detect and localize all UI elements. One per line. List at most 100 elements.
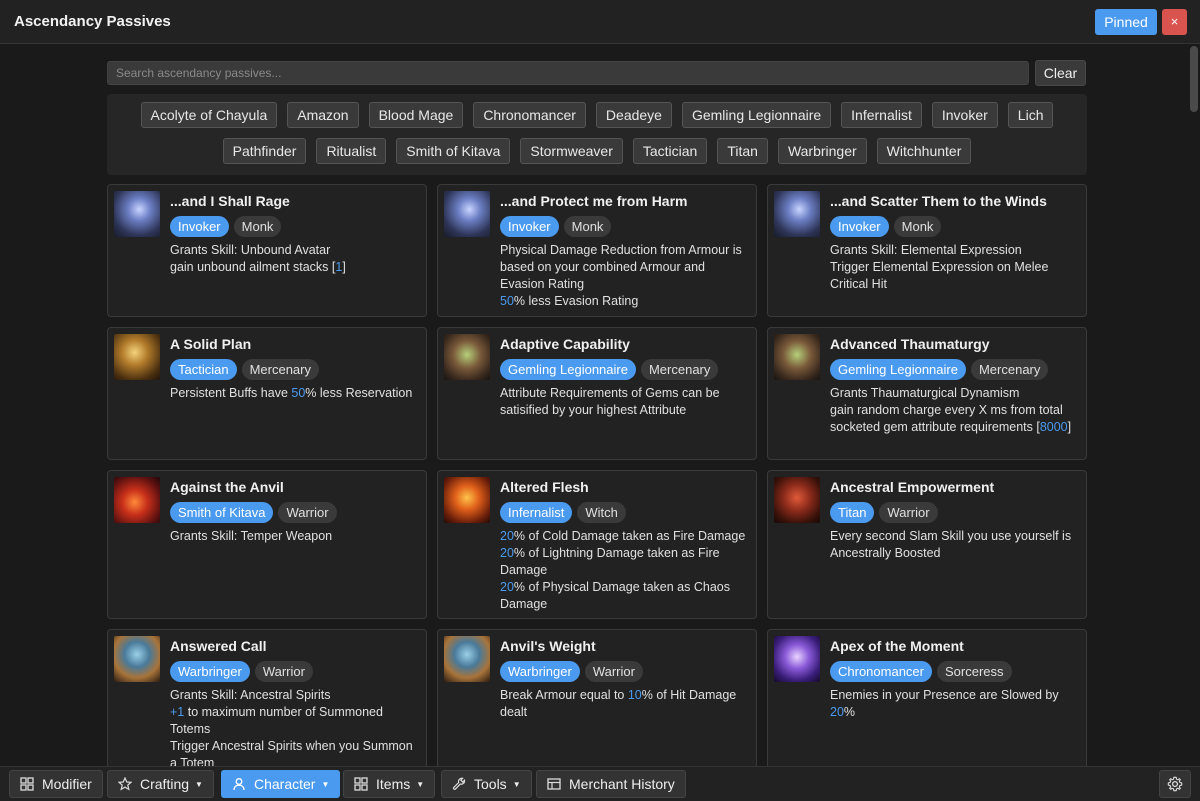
description-text: Trigger Elemental Expression on Melee Cr… [830,260,1049,291]
passive-description: Break Armour equal to 10% of Hit Damage … [500,687,752,721]
description-line: Trigger Elemental Expression on Melee Cr… [830,259,1082,293]
description-line: Break Armour equal to 10% of Hit Damage … [500,687,752,721]
gemling-portrait-icon [774,334,820,380]
passive-card[interactable]: ...and I Shall Rage Invoker Monk Grants Ski… [107,184,427,317]
class-badge: Warrior [278,502,337,523]
passive-tags: Warbringer Warrior [170,661,313,682]
settings-button[interactable] [1159,770,1191,798]
filter-chip-smith-of-kitava[interactable]: Smith of Kitava [396,138,511,164]
passive-description: Enemies in your Presence are Slowed by 2… [830,687,1082,721]
highlight-value: +1 [170,705,185,719]
description-line: 20% of Lightning Damage taken as Fire Da… [500,545,752,579]
passive-description: Attribute Requirements of Gems can be sa… [500,385,752,419]
window-title: Ascendancy Passives [14,13,171,30]
scrollbar-thumb[interactable] [1190,46,1198,112]
description-text: ] [1067,420,1072,434]
filter-chip-ritualist[interactable]: Ritualist [316,138,387,164]
passive-name: ...and Protect me from Harm [500,193,688,209]
passive-card[interactable]: Advanced Thaumaturgy Gemling Legionnaire M… [767,327,1087,460]
description-line: gain random charge every X ms from total… [830,402,1082,436]
filter-chip-stormweaver[interactable]: Stormweaver [520,138,623,164]
scrollbar-track[interactable] [1188,44,1200,766]
filter-chip-infernalist[interactable]: Infernalist [841,102,922,128]
passive-card[interactable]: Answered Call Warbringer Warrior Grants Ski… [107,629,427,779]
passive-card[interactable]: Altered Flesh Infernalist Witch 20% of Cold… [437,470,757,619]
pinned-button[interactable]: Pinned [1095,9,1157,35]
ascendancy-badge: Invoker [170,216,229,237]
star-icon [118,777,132,791]
passive-description: Grants Thaumaturgical Dynamism gain rando… [830,385,1082,436]
description-line: Physical Damage Reduction from Armour is… [500,242,752,293]
filter-chip-witchhunter[interactable]: Witchhunter [876,138,972,164]
passive-card[interactable]: Adaptive Capability Gemling Legionnaire Me… [437,327,757,460]
filter-chip-gemling-legionnaire[interactable]: Gemling Legionnaire [681,102,832,128]
passive-tags: Gemling Legionnaire Mercenary [830,359,1049,380]
tactician-portrait-icon [114,334,160,380]
filter-chip-amazon[interactable]: Amazon [287,102,359,128]
items-button[interactable]: Items ▼ [343,770,436,798]
passive-name: A Solid Plan [170,336,252,352]
description-line: 20% of Physical Damage taken as Chaos Da… [500,579,752,613]
tools-button[interactable]: Tools ▼ [441,770,532,798]
description-line: Grants Skill: Ancestral Spirits [170,687,422,704]
filter-chip-titan[interactable]: Titan [717,138,768,164]
description-text: Persistent Buffs have [170,386,292,400]
passive-card[interactable]: ...and Scatter Them to the Winds Invoker M… [767,184,1087,317]
passive-card[interactable]: Ancestral Empowerment Titan Warrior Every s… [767,470,1087,619]
passive-card[interactable]: ...and Protect me from Harm Invoker Monk Ph… [437,184,757,317]
invoker-portrait-icon [774,191,820,237]
passive-card[interactable]: Against the Anvil Smith of Kitava Warrior G… [107,470,427,619]
passive-tags: Invoker Monk [830,216,942,237]
ascendancy-badge: Warbringer [500,661,580,682]
merchant-history-button[interactable]: Merchant History [536,770,686,798]
passive-description: Grants Skill: Temper Weapon [170,528,422,545]
filter-chip-lich[interactable]: Lich [1007,102,1054,128]
highlight-value: 10 [627,688,642,702]
ascendancy-badge: Invoker [830,216,889,237]
description-text: % [843,705,856,719]
filter-chip-chronomancer[interactable]: Chronomancer [473,102,586,128]
class-badge: Sorceress [937,661,1012,682]
class-badge: Mercenary [970,359,1049,380]
description-text: gain random charge every X ms from total… [830,403,1063,434]
crafting-button[interactable]: Crafting ▼ [107,770,214,798]
passive-description: Grants Skill: Unbound Avatar gain unbound… [170,242,422,276]
filter-chip-invoker[interactable]: Invoker [931,102,998,128]
ascendancy-badge: Tactician [170,359,237,380]
filter-chip-warbringer[interactable]: Warbringer [777,138,867,164]
passive-tags: Smith of Kitava Warrior [170,502,337,523]
clear-button[interactable]: Clear [1035,60,1086,86]
close-button[interactable]: × [1162,9,1187,35]
description-text: % less Reservation [305,386,413,400]
class-badge: Warrior [584,661,643,682]
passive-name: Anvil's Weight [500,638,596,654]
description-text: ] [342,260,346,274]
highlight-value: 50 [291,386,306,400]
filter-chip-blood-mage[interactable]: Blood Mage [368,102,464,128]
filter-chip-tactician[interactable]: Tactician [632,138,708,164]
filter-chip-deadeye[interactable]: Deadeye [595,102,672,128]
class-badge: Mercenary [640,359,719,380]
table-icon [547,778,561,790]
description-line: 20% of Cold Damage taken as Fire Damage [500,528,752,545]
passive-card[interactable]: A Solid Plan Tactician Mercenary Persistent… [107,327,427,460]
ascendancy-badge: Gemling Legionnaire [500,359,636,380]
description-text: Grants Skill: Ancestral Spirits [170,688,331,702]
filter-chip-acolyte-of-chayula[interactable]: Acolyte of Chayula [140,102,278,128]
passive-description: Persistent Buffs have 50% less Reservati… [170,385,422,402]
character-button[interactable]: Character ▼ [221,770,341,798]
passive-card[interactable]: Apex of the Moment Chronomancer Sorceress E… [767,629,1087,779]
title-bar: Ascendancy Passives Pinned × [0,0,1200,44]
chevron-down-icon: ▼ [512,779,521,789]
wrench-icon [452,777,466,790]
filter-chip-pathfinder[interactable]: Pathfinder [222,138,307,164]
passive-card[interactable]: Anvil's Weight Warbringer Warrior Break Arm… [437,629,757,779]
filter-row: Pathfinder Ritualist Smith of Kitava Sto… [107,138,1087,164]
class-badge: Witch [577,502,626,523]
character-label: Character [254,776,316,792]
passive-tags: Gemling Legionnaire Mercenary [500,359,719,380]
passive-tags: Invoker Monk [170,216,282,237]
description-line: Grants Skill: Elemental Expression [830,242,1082,259]
search-input[interactable] [107,61,1029,85]
modifier-button[interactable]: Modifier [9,770,103,798]
